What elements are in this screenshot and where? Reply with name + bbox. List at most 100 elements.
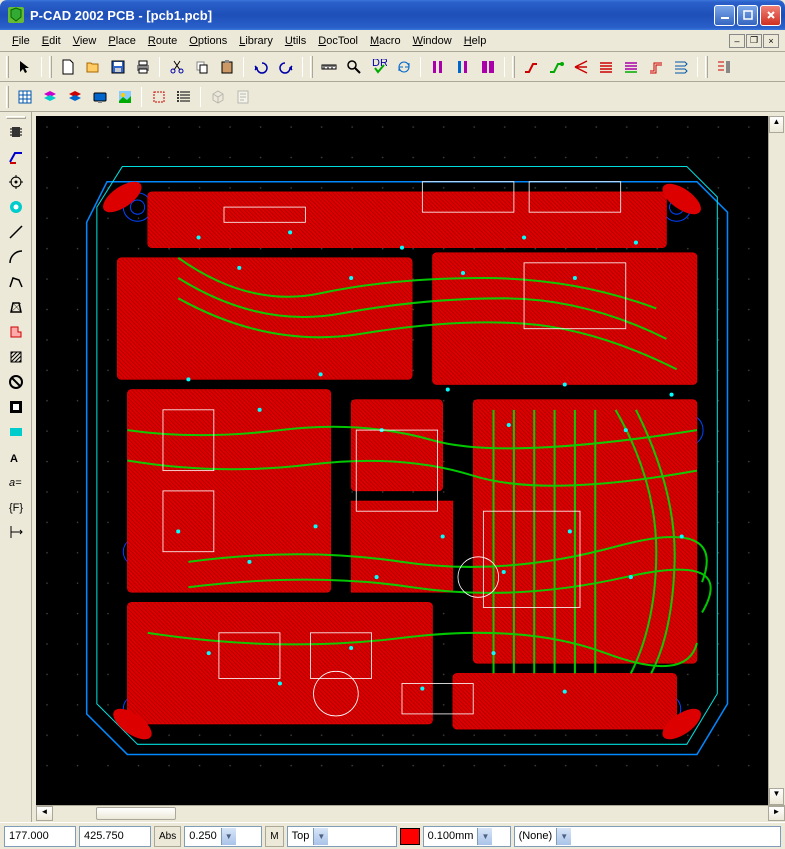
toolbar-grip[interactable] bbox=[49, 56, 52, 78]
menu-file[interactable]: File bbox=[6, 33, 36, 49]
new-button[interactable] bbox=[56, 56, 79, 78]
toolbar-grip[interactable] bbox=[705, 56, 708, 78]
menu-window[interactable]: Window bbox=[407, 33, 458, 49]
menu-macro[interactable]: Macro bbox=[364, 33, 407, 49]
menu-place[interactable]: Place bbox=[102, 33, 142, 49]
arc-tool[interactable] bbox=[4, 245, 28, 269]
text-tool[interactable]: A bbox=[4, 445, 28, 469]
scroll-down-button[interactable]: ▼ bbox=[769, 788, 784, 805]
save-button[interactable] bbox=[106, 56, 129, 78]
bars1-button[interactable] bbox=[426, 56, 449, 78]
menu-options[interactable]: Options bbox=[183, 33, 233, 49]
open-button[interactable] bbox=[81, 56, 104, 78]
horizontal-scrollbar[interactable]: ◄ ► bbox=[36, 805, 785, 822]
menu-route[interactable]: Route bbox=[142, 33, 183, 49]
route-interactive-button[interactable] bbox=[544, 56, 567, 78]
component-tool[interactable] bbox=[4, 120, 28, 144]
bars3-button[interactable] bbox=[476, 56, 499, 78]
toolbar-grip[interactable] bbox=[6, 86, 9, 108]
route-miter-button[interactable] bbox=[644, 56, 667, 78]
polygon-closed-tool[interactable] bbox=[4, 295, 28, 319]
selection-mask-button[interactable] bbox=[147, 86, 170, 108]
measure-button[interactable] bbox=[317, 56, 340, 78]
dropdown-arrow-icon: ▼ bbox=[313, 828, 328, 845]
canvas-container: ▲ ▼ ◄ ► bbox=[32, 112, 785, 822]
statusbar: 177.000 425.750 Abs 0.250 ▼ M Top ▼ 0.10… bbox=[0, 822, 785, 849]
menu-help[interactable]: Help bbox=[458, 33, 493, 49]
drc-button[interactable]: DRC bbox=[367, 56, 390, 78]
route-push-button[interactable] bbox=[669, 56, 692, 78]
maximize-button[interactable] bbox=[737, 5, 758, 26]
keepout-tool[interactable] bbox=[4, 345, 28, 369]
abs-toggle-button[interactable]: Abs bbox=[154, 826, 181, 847]
m-toggle-button[interactable]: M bbox=[265, 826, 283, 847]
toolbar-grip[interactable] bbox=[310, 56, 313, 78]
layer-dropdown[interactable]: Top ▼ bbox=[287, 826, 397, 847]
width-dropdown[interactable]: 0.100mm ▼ bbox=[423, 826, 511, 847]
paste-button[interactable] bbox=[215, 56, 238, 78]
menu-view[interactable]: View bbox=[67, 33, 103, 49]
display-options-button[interactable] bbox=[88, 86, 111, 108]
refpoint-tool[interactable]: {F} bbox=[4, 495, 28, 519]
menu-doctool[interactable]: DocTool bbox=[312, 33, 364, 49]
titlebar: P-CAD 2002 PCB - [pcb1.pcb] bbox=[0, 0, 785, 30]
scroll-up-button[interactable]: ▲ bbox=[769, 116, 784, 133]
cut-button[interactable] bbox=[165, 56, 188, 78]
menu-edit[interactable]: Edit bbox=[36, 33, 67, 49]
route-extra-button[interactable] bbox=[712, 56, 735, 78]
refresh-button[interactable] bbox=[392, 56, 415, 78]
vertical-scrollbar[interactable]: ▲ ▼ bbox=[768, 116, 785, 805]
mdi-close-button[interactable]: × bbox=[763, 34, 779, 48]
coord-x-field[interactable]: 177.000 bbox=[4, 826, 76, 847]
route-multi-button[interactable] bbox=[619, 56, 642, 78]
view3d-button[interactable] bbox=[206, 86, 229, 108]
close-button[interactable] bbox=[760, 5, 781, 26]
pcb-canvas[interactable] bbox=[36, 116, 768, 805]
selection-dropdown[interactable]: (None) ▼ bbox=[514, 826, 781, 847]
attribute-tool[interactable]: a= bbox=[4, 470, 28, 494]
zoom-button[interactable] bbox=[342, 56, 365, 78]
layer-stack-button[interactable] bbox=[38, 86, 61, 108]
selection-value: (None) bbox=[519, 830, 553, 842]
toolbar-grip[interactable] bbox=[6, 56, 9, 78]
pad-through-tool[interactable] bbox=[4, 195, 28, 219]
route-tool[interactable] bbox=[4, 145, 28, 169]
pour-tool[interactable] bbox=[4, 320, 28, 344]
report-button[interactable] bbox=[231, 86, 254, 108]
route-fanout-button[interactable] bbox=[569, 56, 592, 78]
menu-library[interactable]: Library bbox=[233, 33, 279, 49]
rectangle-tool[interactable] bbox=[4, 420, 28, 444]
prohibit-tool[interactable] bbox=[4, 370, 28, 394]
toolbar-grip[interactable] bbox=[6, 116, 26, 119]
cutout-tool[interactable] bbox=[4, 395, 28, 419]
print-button[interactable] bbox=[131, 56, 154, 78]
toolbar-grip[interactable] bbox=[512, 56, 515, 78]
mdi-restore-button[interactable]: ❐ bbox=[746, 34, 762, 48]
layer-color-button[interactable] bbox=[63, 86, 86, 108]
coord-y-field[interactable]: 425.750 bbox=[79, 826, 151, 847]
mdi-minimize-button[interactable]: – bbox=[729, 34, 745, 48]
polygon-open-tool[interactable] bbox=[4, 270, 28, 294]
dimension-tool[interactable] bbox=[4, 520, 28, 544]
grid-dropdown[interactable]: 0.250 ▼ bbox=[184, 826, 262, 847]
copy-button[interactable] bbox=[190, 56, 213, 78]
place-toolbar: A a= {F} bbox=[0, 112, 32, 822]
grid-table-button[interactable] bbox=[13, 86, 36, 108]
scroll-thumb[interactable] bbox=[96, 807, 176, 820]
minimize-button[interactable] bbox=[714, 5, 735, 26]
image-view-button[interactable] bbox=[113, 86, 136, 108]
layer-color-swatch[interactable] bbox=[400, 828, 420, 845]
redo-button[interactable] bbox=[274, 56, 297, 78]
line-tool[interactable] bbox=[4, 220, 28, 244]
pad-target-tool[interactable] bbox=[4, 170, 28, 194]
select-tool-button[interactable] bbox=[13, 56, 36, 78]
bars2-button[interactable] bbox=[451, 56, 474, 78]
menu-utils[interactable]: Utils bbox=[279, 33, 312, 49]
route-bus-button[interactable] bbox=[594, 56, 617, 78]
list-view-button[interactable] bbox=[172, 86, 195, 108]
scroll-right-button[interactable]: ► bbox=[768, 806, 785, 821]
toolbar-main: DRC bbox=[0, 52, 785, 82]
scroll-left-button[interactable]: ◄ bbox=[36, 806, 53, 821]
undo-button[interactable] bbox=[249, 56, 272, 78]
route-manual-button[interactable] bbox=[519, 56, 542, 78]
